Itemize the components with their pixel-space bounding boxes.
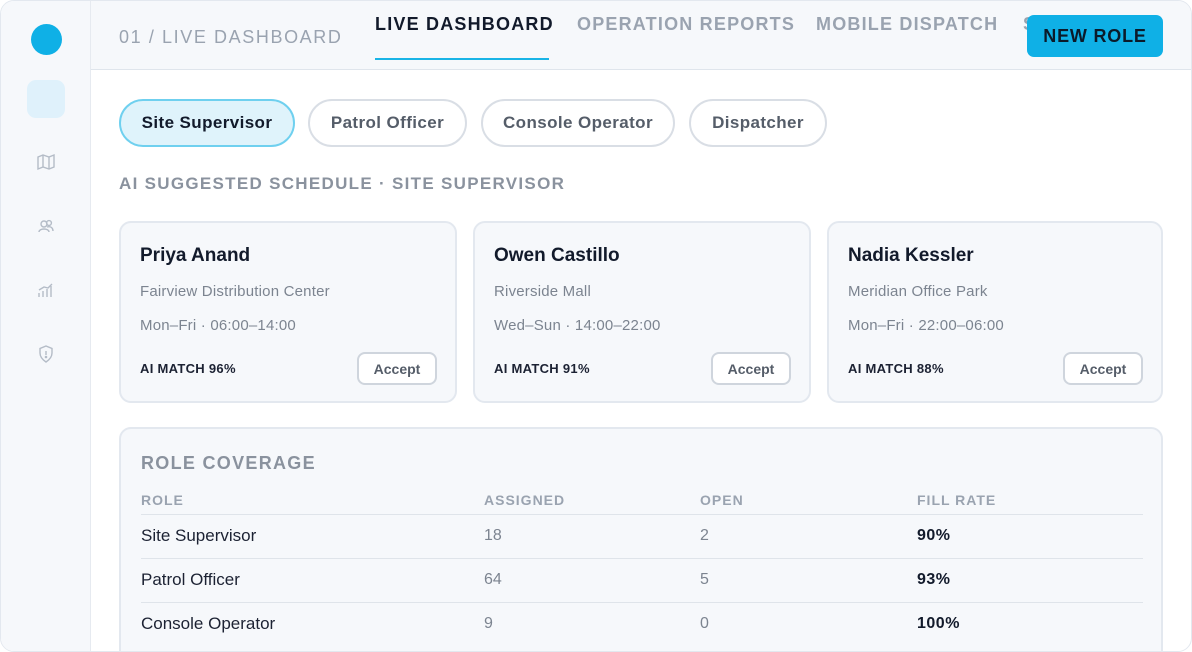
table-cell-role: Console Operator: [141, 614, 276, 633]
coverage-title: ROLE COVERAGE: [141, 453, 316, 473]
role-coverage-panel: ROLE COVERAGE ROLE ASSIGNED OPEN FILL RA…: [119, 427, 1163, 651]
table-cell-fill-rate: 93%: [917, 571, 951, 588]
site-name: Fairview Distribution Center: [140, 283, 330, 300]
site-name: Meridian Office Park: [848, 283, 988, 300]
shift-time: Mon–Fri · 22:00–06:00: [848, 317, 1004, 334]
ai-match-score: AI MATCH 96%: [140, 361, 236, 376]
column-header-role: ROLE: [141, 492, 184, 508]
top-header: 01 / LIVE DASHBOARD LIVE DASHBOARD OPERA…: [91, 1, 1191, 70]
team-icon: [38, 219, 54, 233]
divider: [141, 514, 1143, 515]
shift-time: Wed–Sun · 14:00–22:00: [494, 317, 661, 334]
schedule-card: Nadia Kessler Meridian Office Park Mon–F…: [827, 221, 1163, 403]
ai-match-score: AI MATCH 91%: [494, 361, 590, 376]
divider: [141, 602, 1143, 603]
sidebar-item-analytics[interactable]: [27, 272, 65, 310]
sidebar-item-map[interactable]: [27, 143, 65, 181]
table-cell-open: 2: [700, 527, 709, 544]
table-cell-assigned: 9: [484, 615, 493, 632]
accept-button[interactable]: Accept: [711, 352, 791, 385]
new-role-button[interactable]: NEW ROLE: [1027, 15, 1163, 57]
chart-icon: [38, 283, 53, 297]
tab-mobile-dispatch[interactable]: MOBILE DISPATCH: [816, 14, 998, 35]
map-icon: [37, 153, 55, 171]
accept-button[interactable]: Accept: [1063, 352, 1143, 385]
column-header-open: OPEN: [700, 492, 744, 508]
schedule-section-title: AI SUGGESTED SCHEDULE · SITE SUPERVISOR: [119, 174, 566, 193]
column-header-assigned: ASSIGNED: [484, 492, 566, 508]
table-cell-fill-rate: 90%: [917, 527, 951, 544]
sidebar-item-home[interactable]: [27, 80, 65, 118]
sidebar-item-security[interactable]: [27, 335, 65, 373]
role-pill-patrol-officer[interactable]: Patrol Officer: [308, 99, 467, 147]
table-cell-fill-rate: 100%: [917, 615, 960, 632]
ai-match-score: AI MATCH 88%: [848, 361, 944, 376]
role-pill-site-supervisor[interactable]: Site Supervisor: [119, 99, 295, 147]
table-cell-role: Site Supervisor: [141, 526, 257, 545]
site-name: Riverside Mall: [494, 283, 591, 300]
divider: [141, 558, 1143, 559]
table-cell-assigned: 64: [484, 571, 502, 588]
shield-icon: [39, 345, 53, 363]
breadcrumb: 01 / LIVE DASHBOARD: [119, 27, 343, 47]
sidebar-item-team[interactable]: [27, 207, 65, 245]
accept-button[interactable]: Accept: [357, 352, 437, 385]
schedule-card: Priya Anand Fairview Distribution Center…: [119, 221, 457, 403]
officer-name: Nadia Kessler: [848, 245, 974, 266]
tab-live-dashboard[interactable]: LIVE DASHBOARD: [375, 14, 554, 35]
table-cell-role: Patrol Officer: [141, 570, 240, 589]
column-header-fill-rate: FILL RATE: [917, 492, 997, 508]
officer-name: Priya Anand: [140, 245, 251, 266]
role-pill-console-operator[interactable]: Console Operator: [481, 99, 675, 147]
table-cell-assigned: 18: [484, 527, 502, 544]
officer-name: Owen Castillo: [494, 245, 620, 266]
role-pill-dispatcher[interactable]: Dispatcher: [689, 99, 827, 147]
table-cell-open: 0: [700, 615, 709, 632]
app-window: 01 / LIVE DASHBOARD LIVE DASHBOARD OPERA…: [0, 0, 1192, 652]
logo: [31, 24, 62, 55]
tab-operation-reports[interactable]: OPERATION REPORTS: [577, 14, 795, 35]
active-tab-indicator: [375, 58, 549, 60]
schedule-card: Owen Castillo Riverside Mall Wed–Sun · 1…: [473, 221, 811, 403]
table-cell-open: 5: [700, 571, 709, 588]
shift-time: Mon–Fri · 06:00–14:00: [140, 317, 296, 334]
sidebar: [1, 1, 91, 651]
